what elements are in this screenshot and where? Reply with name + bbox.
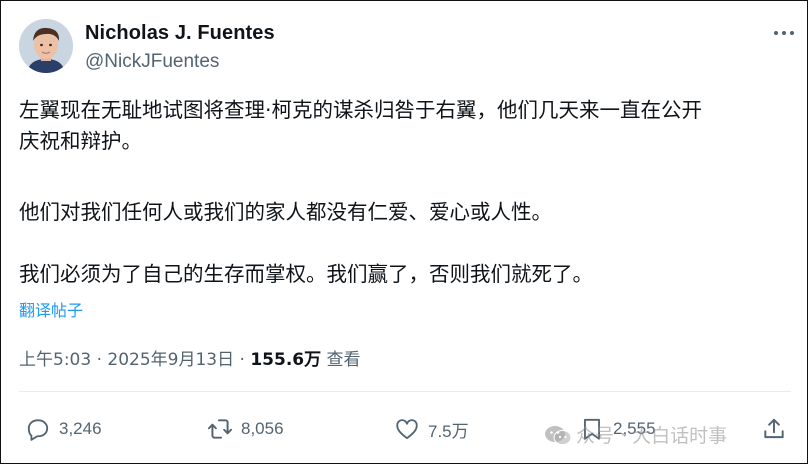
watermark: 众号 · 大白话时事 bbox=[544, 421, 727, 448]
author-handle[interactable]: @NickJFuentes bbox=[85, 51, 219, 73]
more-icon[interactable] bbox=[771, 23, 797, 43]
post-time[interactable]: 上午5:03 bbox=[19, 350, 91, 370]
reply-button[interactable]: 3,246 bbox=[25, 415, 102, 443]
avatar[interactable] bbox=[19, 19, 73, 73]
avatar-image bbox=[19, 19, 73, 73]
views-label: 查看 bbox=[326, 350, 361, 370]
like-icon bbox=[396, 419, 418, 440]
post-paragraph-1-line-1: 左翼现在无耻地试图将查理·柯克的谋杀归咎于右翼，他们几天来一直在公开 bbox=[19, 98, 703, 122]
repost-count: 8,056 bbox=[241, 419, 284, 438]
watermark-account: 众号 bbox=[576, 425, 615, 447]
like-count: 7.5万 bbox=[428, 421, 469, 441]
post-date[interactable]: 2025年9月13日 bbox=[107, 350, 234, 370]
post-paragraph-1: 左翼现在无耻地试图将查理·柯克的谋杀归咎于右翼，他们几天来一直在公开 庆祝和辩护… bbox=[19, 95, 702, 157]
meta-separator-2: · bbox=[239, 350, 245, 370]
translate-post-link[interactable]: 翻译帖子 bbox=[19, 297, 83, 321]
reply-icon bbox=[27, 419, 49, 441]
post-meta: 上午5:03 · 2025年9月13日 · 155.6万 查看 bbox=[19, 345, 361, 370]
author-name[interactable]: Nicholas J. Fuentes bbox=[85, 22, 275, 45]
repost-button[interactable]: 8,056 bbox=[207, 415, 284, 443]
post-paragraph-1-line-2: 庆祝和辩护。 bbox=[19, 129, 142, 153]
reply-count: 3,246 bbox=[59, 419, 102, 438]
post-paragraph-2: 他们对我们任何人或我们的家人都没有仁爱、爱心或人性。 bbox=[19, 200, 552, 224]
share-icon bbox=[764, 418, 784, 439]
share-button[interactable] bbox=[761, 415, 795, 443]
watermark-separator: · bbox=[620, 423, 627, 446]
watermark-name: 大白话时事 bbox=[632, 425, 728, 447]
like-button[interactable]: 7.5万 bbox=[394, 415, 469, 443]
wechat-icon bbox=[545, 425, 572, 445]
post-paragraph-3: 我们必须为了自己的生存而掌权。我们赢了，否则我们就死了。 bbox=[19, 262, 593, 286]
post-card: Nicholas J. Fuentes @NickJFuentes 左翼现在无耻… bbox=[0, 0, 808, 464]
meta-separator: · bbox=[96, 350, 102, 370]
views-count: 155.6万 bbox=[250, 350, 322, 370]
repost-icon bbox=[207, 419, 233, 439]
divider bbox=[19, 391, 791, 392]
